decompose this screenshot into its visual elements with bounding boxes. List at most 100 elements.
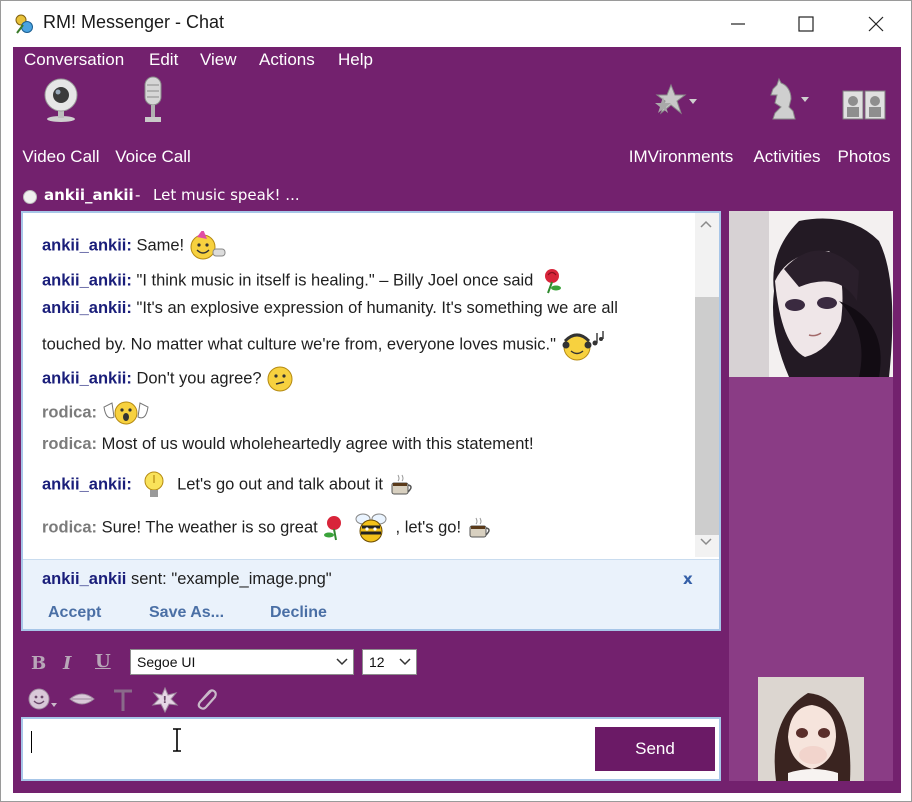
font-family-value: Segoe UI [137, 654, 196, 670]
close-icon[interactable] [861, 9, 891, 39]
message-input[interactable]: Send [21, 717, 721, 781]
applause-smiley-icon [103, 401, 149, 425]
message-text: Don't you agree? [131, 369, 262, 388]
webcam-icon [44, 78, 78, 122]
activities-button[interactable]: Activities [747, 59, 827, 169]
title-bar: RM! Messenger - Chat [1, 1, 911, 47]
message-text: Sure! The weather is so great [97, 518, 318, 537]
font-size-select[interactable]: 12 [362, 649, 417, 675]
send-button[interactable]: Send [595, 727, 715, 771]
buzz-icon[interactable]: ! [151, 687, 179, 713]
file-sender: ankii_ankii [42, 570, 127, 588]
message-text: touched by. No matter what culture we're… [42, 335, 556, 354]
message-nick: ankii_ankii: [42, 236, 132, 255]
file-transfer-text: ankii_ankii sent: "example_image.png" [42, 570, 332, 589]
audible-lips-icon[interactable] [67, 687, 97, 713]
message-text: Let's go out and talk about it [177, 475, 383, 494]
file-transfer-message: sent: "example_image.png" [126, 570, 332, 588]
underline-button[interactable]: U [95, 651, 111, 672]
emoticon-picker-icon[interactable] [27, 687, 63, 713]
message-nick: ankii_ankii: [42, 299, 132, 317]
chat-message: rodica: Sure! The weather is so great , … [42, 511, 494, 545]
video-call-label: Video Call [22, 147, 100, 166]
music-smiley-icon [562, 331, 604, 361]
menu-view[interactable]: View [200, 50, 237, 70]
decline-file-link[interactable]: Decline [270, 604, 327, 622]
file-transfer-close-button[interactable]: x [683, 570, 693, 588]
contact-status-message: Let music speak! ... [153, 186, 300, 204]
chat-message: ankii_ankii: Let's go out and talk about… [42, 469, 416, 501]
message-text: "It's an explosive expression of humanit… [131, 299, 618, 317]
maximize-icon[interactable] [791, 9, 821, 39]
message-nick: rodica: [42, 518, 98, 537]
chat-message: rodica: Most of us would wholeheartedly … [42, 435, 534, 454]
scroll-down-icon[interactable] [699, 537, 713, 547]
file-transfer-bar: ankii_ankii sent: "example_image.png" x … [23, 559, 719, 629]
chat-history[interactable]: ankii_ankii: Same! ankii_ankii: "I think… [21, 211, 721, 631]
activities-label: Activities [753, 147, 821, 166]
contact-status-row: ankii_ankii - Let music speak! ... [13, 185, 713, 209]
rose-icon [324, 516, 342, 541]
chat-scroll-thumb[interactable] [695, 297, 719, 535]
message-text: , let's go! [395, 518, 462, 537]
message-nick: rodica: [42, 435, 98, 453]
ibeam-cursor-icon [173, 728, 181, 752]
imvironments-label: IMVironments [628, 147, 734, 166]
imvironments-button[interactable]: IMVironments [623, 59, 739, 169]
rose-icon [544, 269, 561, 294]
menu-help[interactable]: Help [338, 50, 373, 70]
bold-button[interactable]: B [31, 653, 46, 674]
avatar-panel [729, 211, 893, 781]
window-title: RM! Messenger - Chat [43, 12, 225, 32]
message-nick: rodica: [42, 403, 98, 422]
message-text: Most of us would wholeheartedly agree wi… [97, 435, 534, 453]
font-family-select[interactable]: Segoe UI [130, 649, 354, 675]
bee-icon [355, 513, 387, 543]
chat-message: ankii_ankii: "I think music in itself is… [42, 267, 566, 295]
chat-message: rodica: [42, 399, 150, 427]
contact-avatar[interactable] [729, 211, 893, 377]
microphone-icon [144, 76, 162, 122]
thinking-smiley-icon [267, 366, 293, 392]
minimize-icon[interactable] [723, 9, 753, 39]
chat-messages: ankii_ankii: Same! ankii_ankii: "I think… [23, 213, 693, 561]
coffee-cup-icon [469, 517, 490, 538]
voice-call-button[interactable]: Voice Call [109, 59, 197, 169]
chat-message: ankii_ankii: Don't you agree? [42, 365, 294, 393]
attach-file-icon[interactable] [193, 687, 219, 713]
message-nick: ankii_ankii: [42, 475, 132, 494]
my-avatar-image [758, 677, 864, 781]
scroll-up-icon[interactable] [699, 219, 713, 229]
chat-client-area: Conversation Edit View Actions Help Vide… [13, 47, 901, 793]
messenger-logo-icon [15, 14, 33, 34]
lightbulb-icon [144, 471, 164, 497]
text-caret [31, 731, 32, 753]
chevron-down-icon [336, 658, 348, 666]
chess-knight-icon [770, 77, 809, 120]
video-call-button[interactable]: Video Call [17, 59, 105, 169]
status-separator: - [135, 186, 141, 204]
contact-name[interactable]: ankii_ankii [44, 186, 134, 204]
message-nick: ankii_ankii: [42, 369, 132, 388]
my-avatar[interactable] [758, 677, 864, 781]
photos-button[interactable]: Photos [831, 59, 897, 169]
message-text: Same! [131, 236, 185, 255]
imvironments-sparkle-icon [655, 83, 697, 115]
chevron-down-icon [399, 658, 411, 666]
message-nick: ankii_ankii: [42, 271, 132, 290]
coffee-cup-icon [391, 474, 412, 495]
text-style-icon [114, 689, 132, 711]
message-text: "I think music in itself is healing." – … [131, 271, 534, 290]
voice-call-label: Voice Call [115, 147, 191, 166]
photos-label: Photos [837, 147, 891, 166]
save-as-file-link[interactable]: Save As... [149, 604, 224, 622]
accept-file-link[interactable]: Accept [48, 604, 101, 622]
presence-dot-icon [23, 190, 37, 204]
party-smiley-icon [190, 231, 226, 260]
photos-icon [842, 90, 886, 120]
italic-button[interactable]: I [63, 653, 71, 674]
menu-actions[interactable]: Actions [259, 50, 315, 70]
chat-message: ankii_ankii: Same! [42, 231, 229, 261]
chat-message-continued: touched by. No matter what culture we're… [42, 329, 607, 361]
svg-text:!: ! [163, 695, 168, 706]
